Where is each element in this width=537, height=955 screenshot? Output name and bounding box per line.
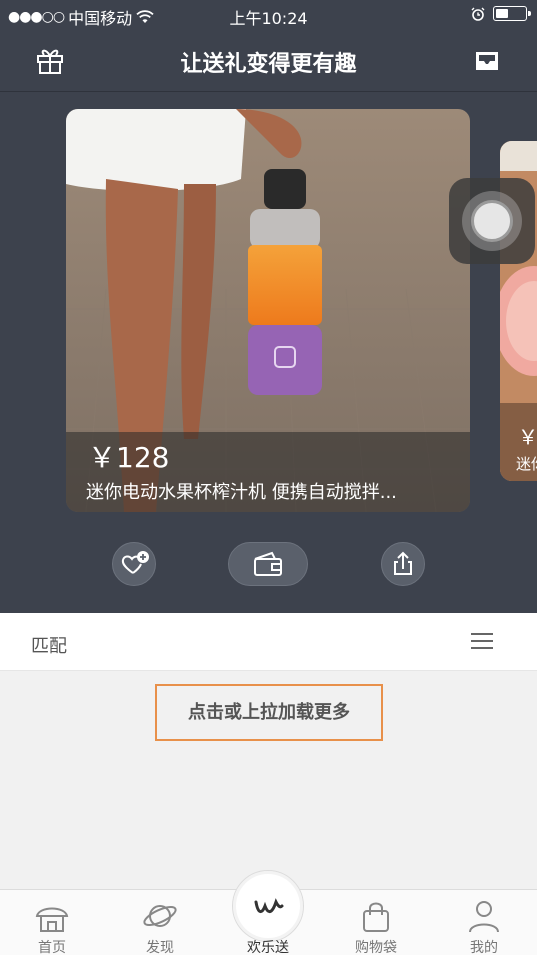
product-price: ￥128 (88, 441, 170, 474)
tab-bag-label: 购物袋 (355, 940, 397, 955)
status-right (471, 6, 531, 21)
wallet-button[interactable] (228, 542, 308, 586)
share-icon (394, 551, 412, 575)
user-icon (469, 901, 499, 933)
product-card[interactable]: ￥128 迷你电动水果杯榨汁机 便携自动搅拌... (66, 109, 470, 512)
next-product-description: 迷你 (516, 455, 537, 473)
tab-center-button[interactable] (232, 870, 304, 942)
status-time: 上午10:24 (229, 9, 308, 28)
w-logo-icon (254, 898, 284, 913)
menu-icon[interactable] (471, 633, 493, 651)
inbox-icon[interactable] (471, 44, 503, 76)
home-icon (35, 907, 69, 932)
card-actions (0, 540, 537, 588)
tab-home[interactable]: 首页 (12, 890, 92, 955)
match-bar: 匹配 (0, 613, 537, 671)
status-bar: ●●●○○ 中国移动 上午10:24 (0, 0, 537, 30)
top-section: ●●●○○ 中国移动 上午10:24 让送礼变得更有趣 ￥128 迷你电动水果杯… (0, 0, 537, 613)
tab-bag[interactable]: 购物袋 (336, 890, 416, 955)
battery-icon (493, 6, 531, 21)
share-button[interactable] (381, 542, 425, 586)
assistive-touch-button[interactable] (449, 178, 535, 264)
next-product-price: ￥ (518, 425, 537, 449)
tab-profile[interactable]: 我的 (444, 890, 524, 955)
page-title: 让送礼变得更有趣 (180, 52, 357, 77)
tab-center-label[interactable]: 欢乐送 (228, 937, 308, 955)
tab-profile-label: 我的 (470, 940, 498, 955)
load-more-button[interactable]: 点击或上拉加载更多 (155, 684, 383, 741)
nav-header: 让送礼变得更有趣 (0, 30, 537, 92)
match-label[interactable]: 匹配 (31, 632, 67, 658)
assistive-dot (471, 200, 513, 242)
alarm-icon (471, 7, 485, 21)
tab-discover-label: 发现 (146, 940, 174, 955)
product-description: 迷你电动水果杯榨汁机 便携自动搅拌... (86, 482, 397, 503)
wallet-icon (254, 551, 282, 576)
tab-home-label: 首页 (38, 940, 66, 955)
planet-icon (143, 905, 177, 927)
tab-bar: 首页 发现 欢乐送 购物袋 我的 (0, 870, 537, 955)
like-button[interactable] (112, 542, 156, 586)
tab-discover[interactable]: 发现 (120, 890, 200, 955)
bag-icon (363, 902, 389, 932)
heart-add-icon (121, 551, 149, 574)
